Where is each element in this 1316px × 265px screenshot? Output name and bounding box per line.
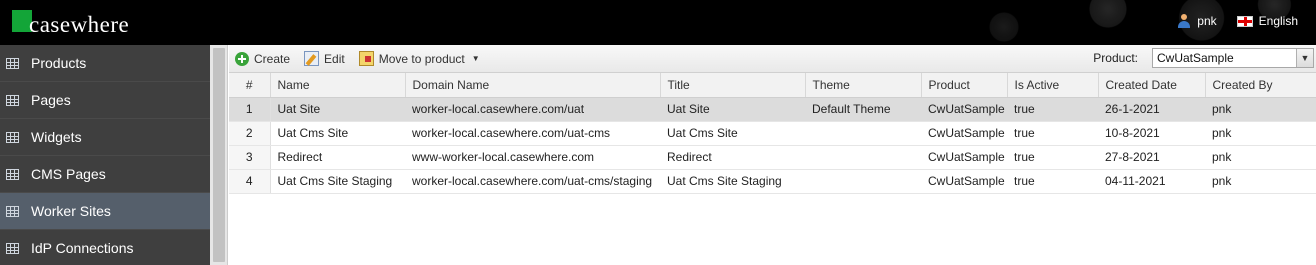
cell-theme xyxy=(805,121,921,146)
sidebar-item-worker-sites[interactable]: Worker Sites xyxy=(0,193,210,230)
edit-icon xyxy=(304,51,320,66)
user-area: pnk English xyxy=(1177,14,1298,28)
cell-domain-name: worker-local.casewhere.com/uat-cms xyxy=(405,121,660,146)
column-header-is-active[interactable]: Is Active xyxy=(1007,73,1099,98)
cell-theme xyxy=(805,169,921,194)
cell-created-by: pnk xyxy=(1205,97,1316,122)
sidebar-item-widgets[interactable]: Widgets xyxy=(0,119,210,156)
cell-created-by: pnk xyxy=(1205,145,1316,170)
product-select[interactable]: CwUatSample ▼ xyxy=(1152,48,1314,68)
create-button[interactable]: Create xyxy=(235,51,291,66)
table-row[interactable]: 2 Uat Cms Site worker-local.casewhere.co… xyxy=(229,121,1316,146)
move-label: Move to product xyxy=(378,51,465,66)
row-number: 1 xyxy=(229,97,271,122)
add-icon xyxy=(235,51,249,66)
cell-title: Uat Site xyxy=(660,97,805,122)
cell-is-active: true xyxy=(1007,169,1098,194)
column-header-domain-name[interactable]: Domain Name xyxy=(405,73,661,98)
sidebar-item-label: CMS Pages xyxy=(31,166,106,182)
row-number: 2 xyxy=(229,121,271,146)
sidebar-item-label: Pages xyxy=(31,92,71,108)
cell-created-date: 26-1-2021 xyxy=(1098,97,1205,122)
cell-domain-name: worker-local.casewhere.com/uat xyxy=(405,97,660,122)
product-select-value: CwUatSample xyxy=(1157,51,1234,65)
table-row[interactable]: 4 Uat Cms Site Staging worker-local.case… xyxy=(229,169,1316,194)
row-number: 4 xyxy=(229,169,271,194)
cell-name: Uat Cms Site xyxy=(270,121,405,146)
cell-created-date: 04-11-2021 xyxy=(1098,169,1205,194)
sidebar-item-label: Products xyxy=(31,55,87,71)
cell-product: CwUatSample xyxy=(921,121,1007,146)
grid-icon xyxy=(6,168,19,180)
sidebar: Products Pages Widgets CMS Pages Worker … xyxy=(0,45,210,265)
toolbar: Create Edit Move to product ▼ Product: C… xyxy=(229,45,1316,73)
column-header-name[interactable]: Name xyxy=(270,73,406,98)
cell-theme xyxy=(805,145,921,170)
edit-label: Edit xyxy=(324,51,345,66)
cell-is-active: true xyxy=(1007,145,1098,170)
cell-product: CwUatSample xyxy=(921,145,1007,170)
sidebar-item-products[interactable]: Products xyxy=(0,45,210,82)
cell-name: Uat Cms Site Staging xyxy=(270,169,405,194)
cell-theme: Default Theme xyxy=(805,97,921,122)
grid-icon xyxy=(6,242,19,254)
row-number: 3 xyxy=(229,145,271,170)
cell-title: Uat Cms Site xyxy=(660,121,805,146)
england-flag-icon xyxy=(1236,15,1253,27)
sidebar-item-label: Worker Sites xyxy=(31,203,111,219)
cell-name: Uat Site xyxy=(270,97,405,122)
logo-text: casewhere xyxy=(29,12,130,37)
cell-is-active: true xyxy=(1007,97,1098,122)
create-label: Create xyxy=(254,51,291,66)
table-row[interactable]: 1 Uat Site worker-local.casewhere.com/ua… xyxy=(229,97,1316,122)
grid-icon xyxy=(6,94,19,106)
worker-sites-table: # Name Domain Name Title Theme Product I… xyxy=(229,73,1316,194)
language-selector[interactable]: English xyxy=(1236,14,1298,28)
language-label: English xyxy=(1258,14,1298,28)
user-name: pnk xyxy=(1197,14,1217,28)
column-header-number[interactable]: # xyxy=(229,73,271,98)
column-header-created-date[interactable]: Created Date xyxy=(1098,73,1206,98)
app-header: casewhere pnk English xyxy=(0,0,1316,45)
sidebar-scrollbar[interactable] xyxy=(210,45,228,265)
cell-created-date: 27-8-2021 xyxy=(1098,145,1205,170)
product-filter: Product: CwUatSample ▼ xyxy=(1093,48,1314,68)
cell-product: CwUatSample xyxy=(921,169,1007,194)
sidebar-item-cms-pages[interactable]: CMS Pages xyxy=(0,156,210,193)
table-row[interactable]: 3 Redirect www-worker-local.casewhere.co… xyxy=(229,145,1316,170)
cell-created-by: pnk xyxy=(1205,169,1316,194)
sidebar-item-label: Widgets xyxy=(31,129,82,145)
grid-icon xyxy=(6,131,19,143)
cell-domain-name: www-worker-local.casewhere.com xyxy=(405,145,660,170)
cell-title: Redirect xyxy=(660,145,805,170)
grid-icon xyxy=(6,57,19,69)
user-menu[interactable]: pnk xyxy=(1177,14,1217,28)
casewhere-logo[interactable]: casewhere xyxy=(12,10,129,40)
cell-created-date: 10-8-2021 xyxy=(1098,121,1205,146)
product-label: Product: xyxy=(1093,51,1138,65)
grid-icon xyxy=(6,205,19,217)
sidebar-item-idp-connections[interactable]: IdP Connections xyxy=(0,230,210,265)
scrollbar-thumb[interactable] xyxy=(213,48,225,262)
cell-created-by: pnk xyxy=(1205,121,1316,146)
sidebar-item-label: IdP Connections xyxy=(31,240,134,256)
cell-name: Redirect xyxy=(270,145,405,170)
move-icon xyxy=(358,51,374,66)
column-header-created-by[interactable]: Created By xyxy=(1205,73,1316,98)
column-header-theme[interactable]: Theme xyxy=(805,73,922,98)
sidebar-item-pages[interactable]: Pages xyxy=(0,82,210,119)
chevron-down-icon[interactable]: ▼ xyxy=(1296,49,1313,67)
cell-title: Uat Cms Site Staging xyxy=(660,169,805,194)
edit-button[interactable]: Edit xyxy=(304,51,345,66)
column-header-title[interactable]: Title xyxy=(660,73,806,98)
table-header-row: # Name Domain Name Title Theme Product I… xyxy=(229,73,1316,98)
move-to-product-button[interactable]: Move to product ▼ xyxy=(358,51,480,66)
main-content: Create Edit Move to product ▼ Product: C… xyxy=(229,45,1316,265)
cell-is-active: true xyxy=(1007,121,1098,146)
cell-domain-name: worker-local.casewhere.com/uat-cms/stagi… xyxy=(405,169,660,194)
cell-product: CwUatSample xyxy=(921,97,1007,122)
column-header-product[interactable]: Product xyxy=(921,73,1008,98)
chevron-down-icon: ▼ xyxy=(471,54,480,63)
user-icon xyxy=(1177,14,1191,28)
